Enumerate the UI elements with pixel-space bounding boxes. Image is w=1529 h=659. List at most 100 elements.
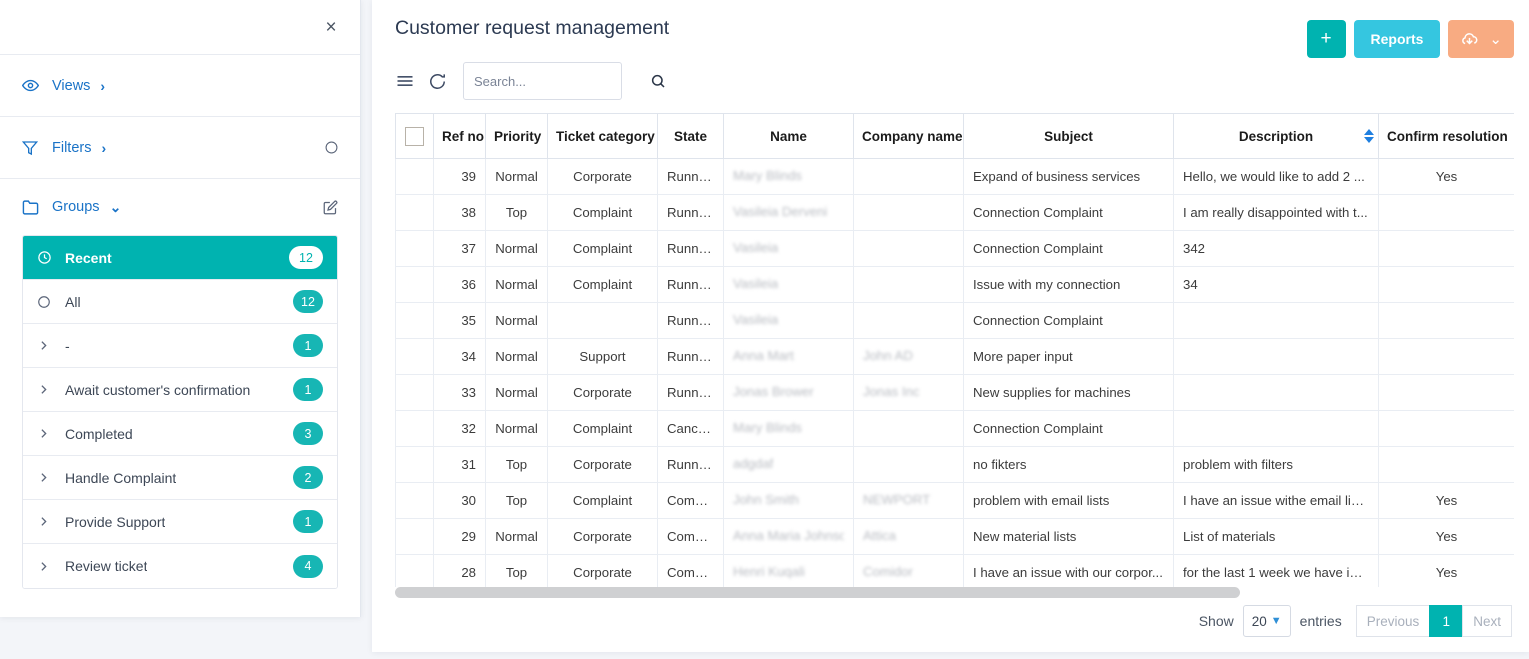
- td-company-name: [853, 158, 964, 195]
- sidebar-group-item[interactable]: All 12: [23, 280, 337, 324]
- page-1-button[interactable]: 1: [1429, 605, 1464, 637]
- table-row[interactable]: 32 Normal Complaint Cancelled Mary Blinds Con…: [395, 410, 1514, 447]
- td-row-select[interactable]: [395, 194, 434, 231]
- th-ref-no[interactable]: Ref no: [433, 113, 486, 159]
- table-row[interactable]: 37 Normal Complaint Running Vasileia Connecti…: [395, 230, 1514, 267]
- sidebar-group-item[interactable]: Await customer's confirmation 1: [23, 368, 337, 412]
- th-name[interactable]: Name: [723, 113, 854, 159]
- td-priority-value: Normal: [495, 385, 538, 400]
- scrollbar-thumb[interactable]: [395, 587, 1240, 598]
- sidebar-group-item[interactable]: -1: [23, 324, 337, 368]
- td-ref-no: 29: [433, 518, 486, 555]
- search-box[interactable]: [463, 62, 665, 100]
- sidebar-group-item[interactable]: Handle Complaint 2: [23, 456, 337, 500]
- td-row-select[interactable]: [395, 230, 434, 267]
- td-row-select[interactable]: [395, 302, 434, 339]
- td-row-select[interactable]: [395, 554, 434, 587]
- previous-page-button[interactable]: Previous: [1355, 605, 1431, 637]
- td-row-select[interactable]: [395, 338, 434, 375]
- table-row[interactable]: 33 Normal Corporate Running Jonas Brower Jona…: [395, 374, 1514, 411]
- table-row[interactable]: 35 Normal Running Vasileia Connection Compla…: [395, 302, 1514, 339]
- hamburger-icon[interactable]: [395, 71, 415, 91]
- th-priority[interactable]: Priority: [485, 113, 548, 159]
- td-ticket-category-value: Corporate: [573, 385, 632, 400]
- table-row[interactable]: 29 Normal Corporate Completed Anna Maria Joh…: [395, 518, 1514, 555]
- td-row-select[interactable]: [395, 446, 434, 483]
- th-company-name[interactable]: Company name: [853, 113, 964, 159]
- th-description[interactable]: Description: [1173, 113, 1379, 159]
- td-row-select[interactable]: [395, 410, 434, 447]
- td-confirm-resolution: Yes: [1378, 554, 1514, 587]
- close-icon[interactable]: ×: [318, 14, 344, 40]
- chevron-down-icon[interactable]: ⌄: [1489, 30, 1502, 48]
- td-subject: Connection Complaint: [963, 302, 1174, 339]
- td-state-value: Running: [667, 277, 717, 292]
- td-ref-no-value: 32: [461, 421, 476, 436]
- td-ticket-category: Corporate: [547, 446, 658, 483]
- sidebar-group-label: -: [65, 337, 70, 354]
- export-button[interactable]: ⌄: [1448, 20, 1514, 58]
- td-company-name-value: Comidor: [863, 563, 913, 579]
- td-subject: no fikters: [963, 446, 1174, 483]
- td-row-select[interactable]: [395, 158, 434, 195]
- td-subject-value: Connection Complaint: [973, 241, 1103, 256]
- td-company-name: NEWPORT: [853, 482, 964, 519]
- entries-per-page-select[interactable]: 20 ▼: [1242, 605, 1291, 637]
- th-ticket-category[interactable]: Ticket category: [547, 113, 658, 159]
- sidebar-group-item[interactable]: Recent 12: [23, 236, 337, 280]
- td-name-value: Henri Kuqali: [733, 563, 805, 579]
- sidebar-group-item[interactable]: Review ticket 4: [23, 544, 337, 588]
- table-row[interactable]: 31 Top Corporate Running adgdaf no fikters pro…: [395, 446, 1514, 483]
- td-description: [1173, 374, 1379, 411]
- td-ref-no: 33: [433, 374, 486, 411]
- table-row[interactable]: 34 Normal Support Running Anna Mart John AD Mo…: [395, 338, 1514, 375]
- th-select-all[interactable]: [395, 113, 434, 159]
- table-row[interactable]: 36 Normal Complaint Running Vasileia Issue wi…: [395, 266, 1514, 303]
- td-subject-value: no fikters: [973, 457, 1027, 472]
- td-row-select[interactable]: [395, 266, 434, 303]
- chevron-right-icon[interactable]: ›: [101, 140, 106, 156]
- td-company-name: [853, 302, 964, 339]
- sidebar-group-count: 12: [293, 290, 323, 313]
- td-row-select[interactable]: [395, 518, 434, 555]
- th-subject[interactable]: Subject: [963, 113, 1174, 159]
- td-ticket-category-value: Complaint: [572, 277, 633, 292]
- header-actions: + Reports ⌄: [1306, 20, 1514, 58]
- td-ref-no-value: 28: [461, 565, 476, 580]
- td-name-value: Vasileia: [733, 275, 779, 291]
- sidebar-group-item[interactable]: Provide Support 1: [23, 500, 337, 544]
- th-state[interactable]: State: [657, 113, 724, 159]
- table-row[interactable]: 38 Top Complaint Running Vasileia Derveni Con…: [395, 194, 1514, 231]
- chevron-down-icon[interactable]: ⌄: [110, 199, 122, 216]
- td-ticket-category: Complaint: [547, 194, 658, 231]
- reports-button[interactable]: Reports: [1353, 20, 1441, 58]
- td-confirm-resolution: Yes: [1378, 518, 1514, 555]
- td-ticket-category: [547, 302, 658, 339]
- td-row-select[interactable]: [395, 482, 434, 519]
- edit-square-icon[interactable]: [323, 200, 338, 215]
- td-ticket-category: Corporate: [547, 518, 658, 555]
- search-icon[interactable]: [650, 73, 666, 89]
- sidebar-item-views[interactable]: Views ›: [0, 55, 360, 117]
- circle-icon[interactable]: [325, 141, 338, 154]
- td-confirm-resolution: Yes: [1378, 482, 1514, 519]
- add-button[interactable]: +: [1306, 20, 1346, 58]
- td-ticket-category: Corporate: [547, 374, 658, 411]
- entries-label: entries: [1299, 613, 1342, 629]
- next-page-button[interactable]: Next: [1462, 605, 1512, 637]
- sidebar-groups-header[interactable]: Groups ⌄: [0, 179, 360, 235]
- horizontal-scrollbar[interactable]: [395, 587, 1514, 598]
- table-row[interactable]: 39 Normal Corporate Running Mary Blinds Expan…: [395, 158, 1514, 195]
- td-row-select[interactable]: [395, 374, 434, 411]
- table-row[interactable]: 28 Top Corporate Completed Henri Kuqali Comid…: [395, 554, 1514, 587]
- sort-indicator-icon[interactable]: [1364, 129, 1374, 143]
- table-row[interactable]: 30 Top Complaint Completed John Smith NEWPORT…: [395, 482, 1514, 519]
- search-input[interactable]: [474, 73, 650, 89]
- sidebar-item-filters[interactable]: Filters ›: [0, 117, 360, 179]
- chevron-right-icon[interactable]: ›: [100, 78, 105, 94]
- refresh-icon[interactable]: [428, 72, 447, 91]
- th-confirm-resolution[interactable]: Confirm resolution: [1378, 113, 1514, 159]
- td-subject: I have an issue with our corpor...: [963, 554, 1174, 587]
- sidebar-group-item[interactable]: Completed 3: [23, 412, 337, 456]
- select-all-checkbox[interactable]: [405, 126, 424, 146]
